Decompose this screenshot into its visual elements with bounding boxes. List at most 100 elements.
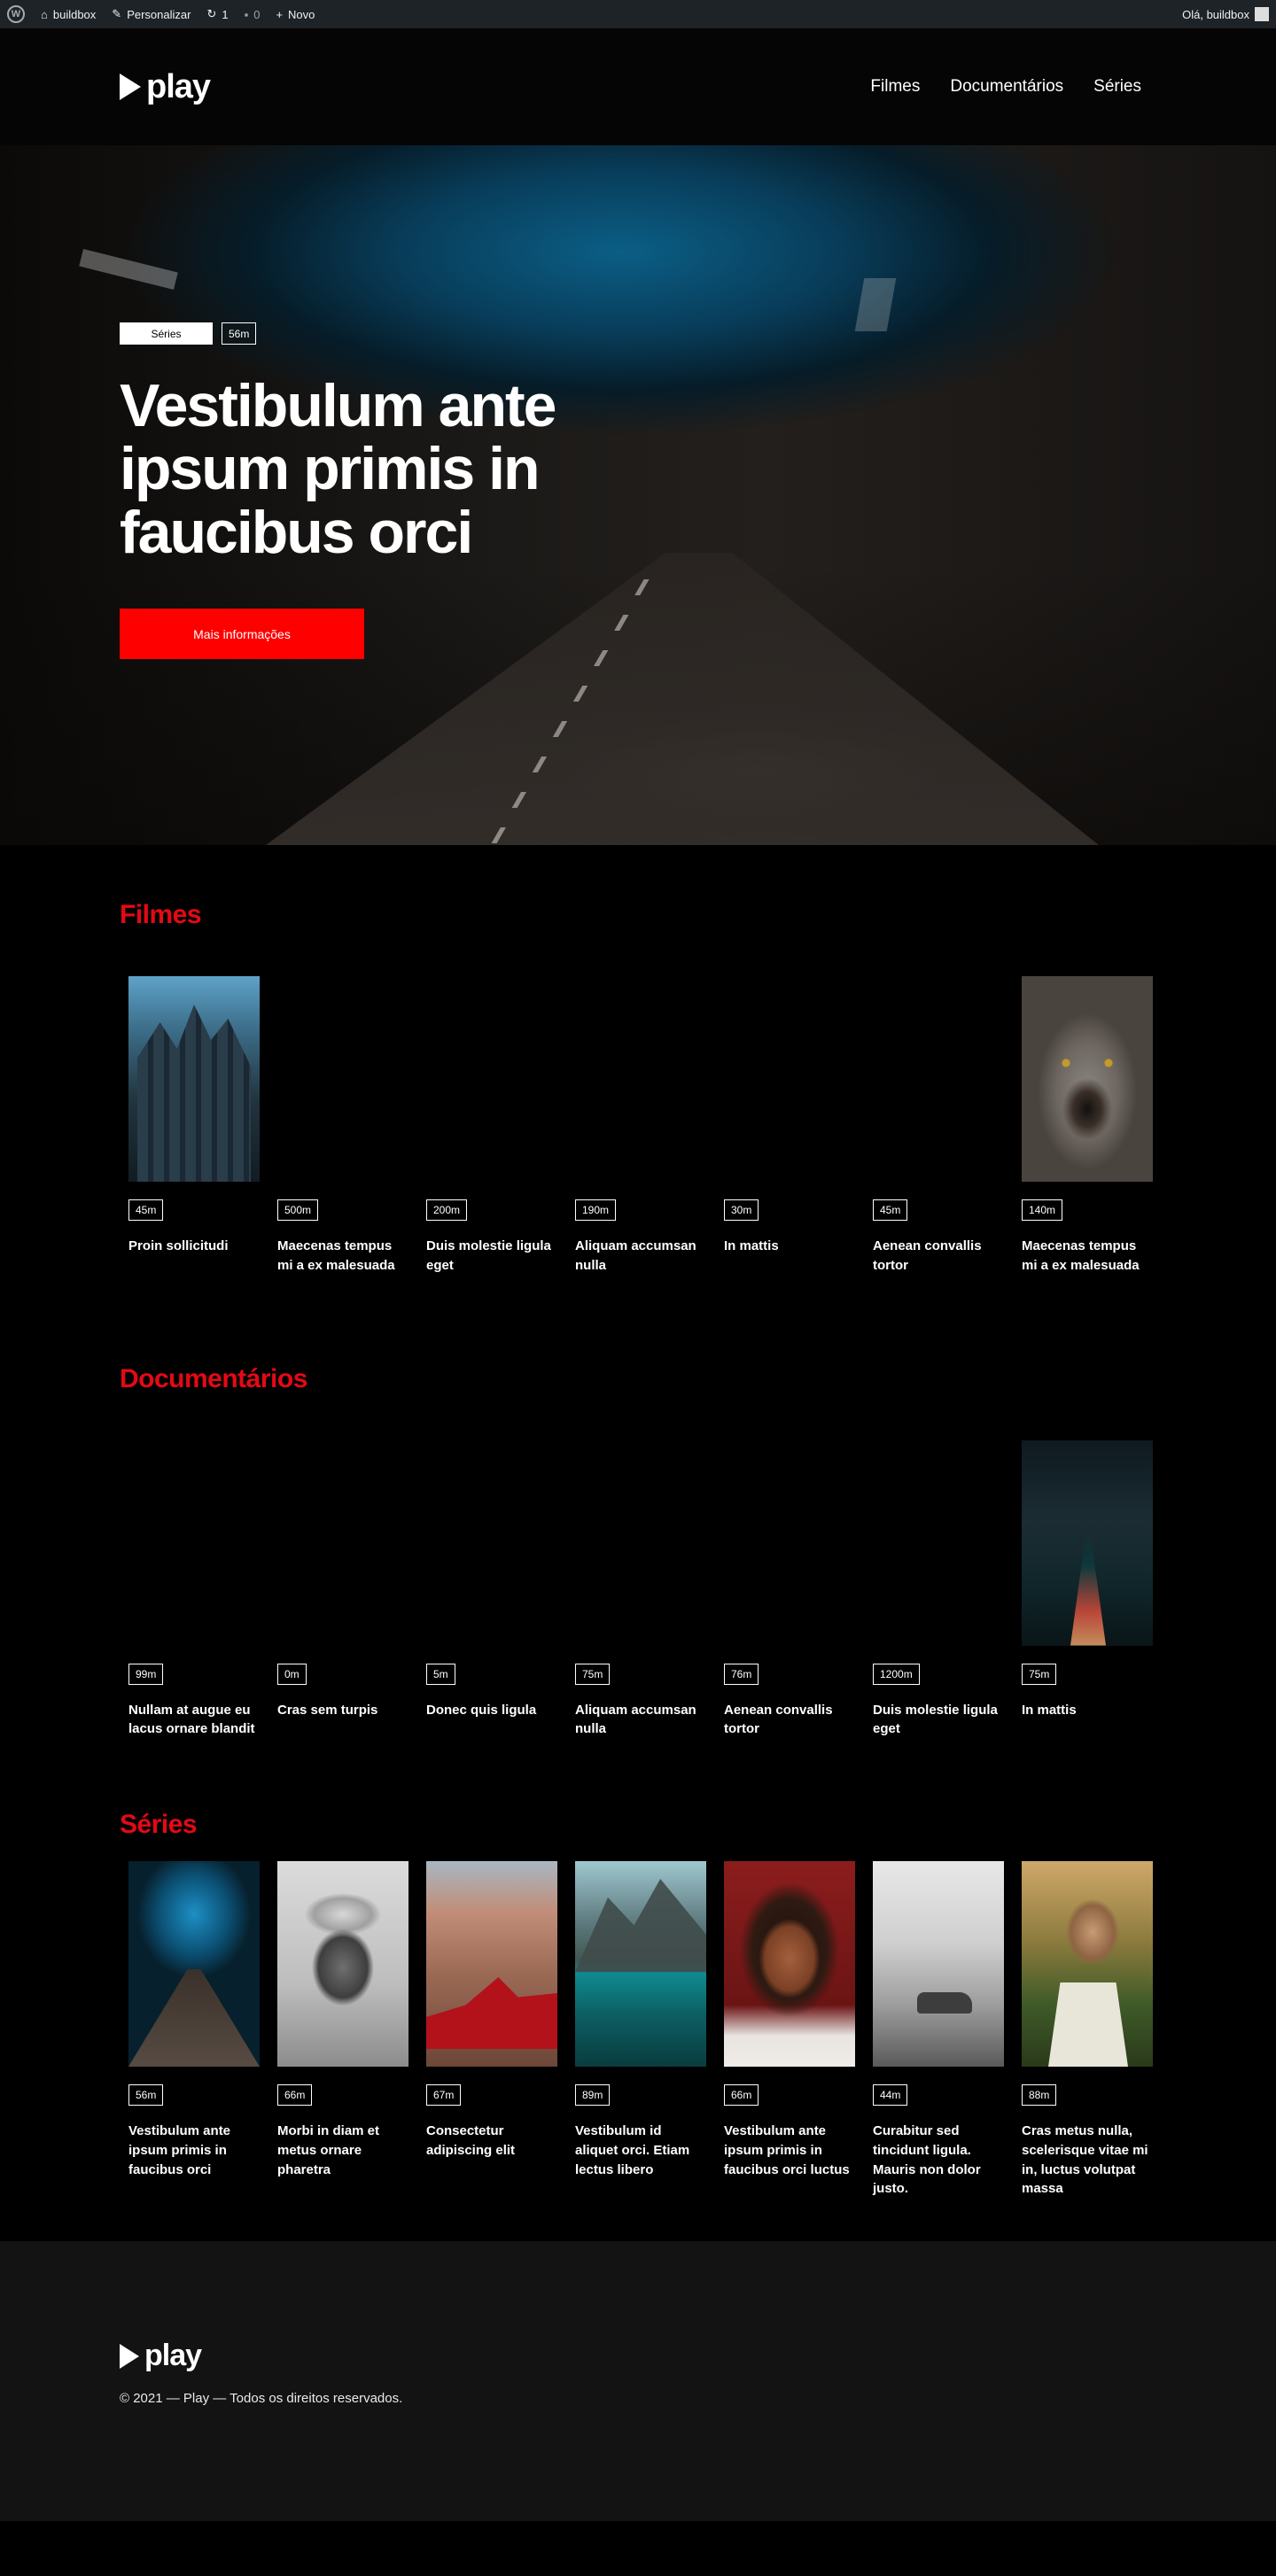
series-thumbnail[interactable] bbox=[1022, 1861, 1153, 2067]
section-title[interactable]: Documentários bbox=[120, 1364, 1156, 1394]
documentary-title[interactable]: In mattis bbox=[1022, 1701, 1153, 1720]
hero-ceiling-light bbox=[79, 248, 178, 291]
brush-icon: ✎ bbox=[112, 7, 122, 20]
series-title[interactable]: Consectetur adipiscing elit bbox=[426, 2122, 557, 2161]
movie-card[interactable]: 140m Maecenas tempus mi a ex malesuada bbox=[1022, 976, 1153, 1276]
documentary-title[interactable]: Nullam at augue eu lacus ornare blandit bbox=[128, 1701, 260, 1740]
movie-thumbnail[interactable] bbox=[1022, 976, 1153, 1182]
series-thumbnail[interactable] bbox=[128, 1861, 260, 2067]
documentary-thumbnail[interactable] bbox=[724, 1439, 855, 1646]
movie-thumbnail[interactable] bbox=[277, 976, 408, 1182]
series-card[interactable]: 44m Curabitur sed tincidunt ligula. Maur… bbox=[873, 1861, 1004, 2199]
movie-card[interactable]: 45m Proin sollicitudi bbox=[128, 976, 260, 1276]
series-card[interactable]: 67m Consectetur adipiscing elit bbox=[426, 1861, 557, 2199]
admin-updates-count: 1 bbox=[222, 7, 229, 21]
nav-item-series[interactable]: Séries bbox=[1093, 77, 1141, 97]
movie-card[interactable]: 30m In mattis bbox=[724, 976, 855, 1276]
duration-badge: 45m bbox=[873, 1199, 908, 1221]
hero-ceiling-light bbox=[854, 278, 897, 331]
movie-title[interactable]: Aenean convallis tortor bbox=[873, 1237, 1004, 1276]
wordpress-logo-icon[interactable]: W bbox=[7, 5, 25, 23]
documentary-card[interactable]: 99m Nullam at augue eu lacus ornare blan… bbox=[128, 1439, 260, 1740]
documentary-card[interactable]: 75m Aliquam accumsan nulla bbox=[575, 1439, 706, 1740]
series-card[interactable]: 89m Vestibulum id aliquet orci. Etiam le… bbox=[575, 1861, 706, 2199]
documentary-thumbnail[interactable] bbox=[277, 1439, 408, 1646]
admin-site-link[interactable]: ⌂ buildbox bbox=[41, 8, 96, 21]
hero-category-tag[interactable]: Séries bbox=[120, 322, 213, 345]
series-title[interactable]: Vestibulum ante ipsum primis in faucibus… bbox=[128, 2122, 260, 2179]
site-logo[interactable]: play bbox=[120, 68, 211, 106]
site-header: play Filmes Documentários Séries bbox=[0, 28, 1276, 145]
admin-comments-count: 0 bbox=[253, 7, 261, 21]
movie-thumbnail[interactable] bbox=[724, 976, 855, 1182]
admin-account-link[interactable]: Olá, buildbox bbox=[1182, 7, 1269, 21]
documentary-title[interactable]: Donec quis ligula bbox=[426, 1701, 557, 1720]
movie-thumbnail[interactable] bbox=[575, 976, 706, 1182]
documentary-title[interactable]: Aenean convallis tortor bbox=[724, 1701, 855, 1740]
movie-card[interactable]: 500m Maecenas tempus mi a ex malesuada bbox=[277, 976, 408, 1276]
nav-item-documentarios[interactable]: Documentários bbox=[950, 77, 1063, 97]
duration-badge: 75m bbox=[575, 1663, 611, 1685]
duration-badge: 190m bbox=[575, 1199, 617, 1221]
documentary-thumbnail[interactable] bbox=[873, 1439, 1004, 1646]
series-card[interactable]: 88m Cras metus nulla, scelerisque vitae … bbox=[1022, 1861, 1153, 2199]
movie-title[interactable]: Duis molestie ligula eget bbox=[426, 1237, 557, 1276]
series-title[interactable]: Cras metus nulla, scelerisque vitae mi i… bbox=[1022, 2122, 1153, 2199]
footer-logo[interactable]: play bbox=[120, 2339, 1156, 2373]
duration-badge: 67m bbox=[426, 2084, 462, 2106]
documentary-title[interactable]: Duis molestie ligula eget bbox=[873, 1701, 1004, 1740]
documentary-thumbnail[interactable] bbox=[1022, 1439, 1153, 1646]
movie-title[interactable]: Maecenas tempus mi a ex malesuada bbox=[1022, 1237, 1153, 1276]
series-title[interactable]: Vestibulum id aliquet orci. Etiam lectus… bbox=[575, 2122, 706, 2179]
movie-thumbnail[interactable] bbox=[426, 976, 557, 1182]
movie-title[interactable]: Maecenas tempus mi a ex malesuada bbox=[277, 1237, 408, 1276]
hero-content: Séries 56m Vestibulum ante ipsum primis … bbox=[120, 322, 580, 660]
duration-badge: 44m bbox=[873, 2084, 908, 2106]
series-card[interactable]: 66m Vestibulum ante ipsum primis in fauc… bbox=[724, 1861, 855, 2199]
admin-updates-link[interactable]: ↻ 1 bbox=[206, 7, 228, 21]
more-info-button[interactable]: Mais informações bbox=[120, 609, 364, 660]
admin-site-name: buildbox bbox=[52, 7, 97, 21]
series-card[interactable]: 56m Vestibulum ante ipsum primis in fauc… bbox=[128, 1861, 260, 2199]
section-title[interactable]: Séries bbox=[120, 1810, 1156, 1840]
documentary-card[interactable]: 76m Aenean convallis tortor bbox=[724, 1439, 855, 1740]
movie-card[interactable]: 45m Aenean convallis tortor bbox=[873, 976, 1004, 1276]
admin-new-link[interactable]: + Novo bbox=[276, 8, 315, 21]
documentary-thumbnail[interactable] bbox=[426, 1439, 557, 1646]
documentary-thumbnail[interactable] bbox=[575, 1439, 706, 1646]
series-thumbnail[interactable] bbox=[873, 1861, 1004, 2067]
movie-title[interactable]: Aliquam accumsan nulla bbox=[575, 1237, 706, 1276]
movie-thumbnail[interactable] bbox=[128, 976, 260, 1182]
documentary-card[interactable]: 75m In mattis bbox=[1022, 1439, 1153, 1720]
movie-card[interactable]: 190m Aliquam accumsan nulla bbox=[575, 976, 706, 1276]
series-title[interactable]: Curabitur sed tincidunt ligula. Mauris n… bbox=[873, 2122, 1004, 2199]
documentary-card[interactable]: 0m Cras sem turpis bbox=[277, 1439, 408, 1720]
section-filmes: Filmes 45m Proin sollicitudi 500m Maecen… bbox=[0, 845, 1276, 1276]
series-card[interactable]: 66m Morbi in diam et metus ornare pharet… bbox=[277, 1861, 408, 2199]
main-nav: Filmes Documentários Séries bbox=[870, 77, 1141, 97]
movie-title[interactable]: Proin sollicitudi bbox=[128, 1237, 260, 1256]
documentary-thumbnail[interactable] bbox=[128, 1439, 260, 1646]
nav-item-filmes[interactable]: Filmes bbox=[870, 77, 920, 97]
plus-icon: + bbox=[276, 7, 284, 21]
section-title[interactable]: Filmes bbox=[120, 900, 1156, 930]
duration-badge: 1200m bbox=[873, 1663, 920, 1685]
documentary-card[interactable]: 1200m Duis molestie ligula eget bbox=[873, 1439, 1004, 1740]
duration-badge: 56m bbox=[128, 2084, 164, 2106]
series-title[interactable]: Morbi in diam et metus ornare pharetra bbox=[277, 2122, 408, 2179]
admin-customize-link[interactable]: ✎ Personalizar bbox=[112, 7, 191, 21]
series-thumbnail[interactable] bbox=[724, 1861, 855, 2067]
documentary-title[interactable]: Cras sem turpis bbox=[277, 1701, 408, 1720]
series-title[interactable]: Vestibulum ante ipsum primis in faucibus… bbox=[724, 2122, 855, 2179]
play-icon bbox=[120, 2343, 139, 2369]
documentary-card[interactable]: 5m Donec quis ligula bbox=[426, 1439, 557, 1720]
movie-card[interactable]: 200m Duis molestie ligula eget bbox=[426, 976, 557, 1276]
series-thumbnail[interactable] bbox=[426, 1861, 557, 2067]
admin-comments-link[interactable]: ▪ 0 bbox=[245, 8, 261, 21]
movie-thumbnail[interactable] bbox=[873, 976, 1004, 1182]
series-thumbnail[interactable] bbox=[277, 1861, 408, 2067]
series-thumbnail[interactable] bbox=[575, 1861, 706, 2067]
admin-bar-right: Olá, buildbox bbox=[1182, 0, 1269, 28]
documentary-title[interactable]: Aliquam accumsan nulla bbox=[575, 1701, 706, 1740]
movie-title[interactable]: In mattis bbox=[724, 1237, 855, 1256]
